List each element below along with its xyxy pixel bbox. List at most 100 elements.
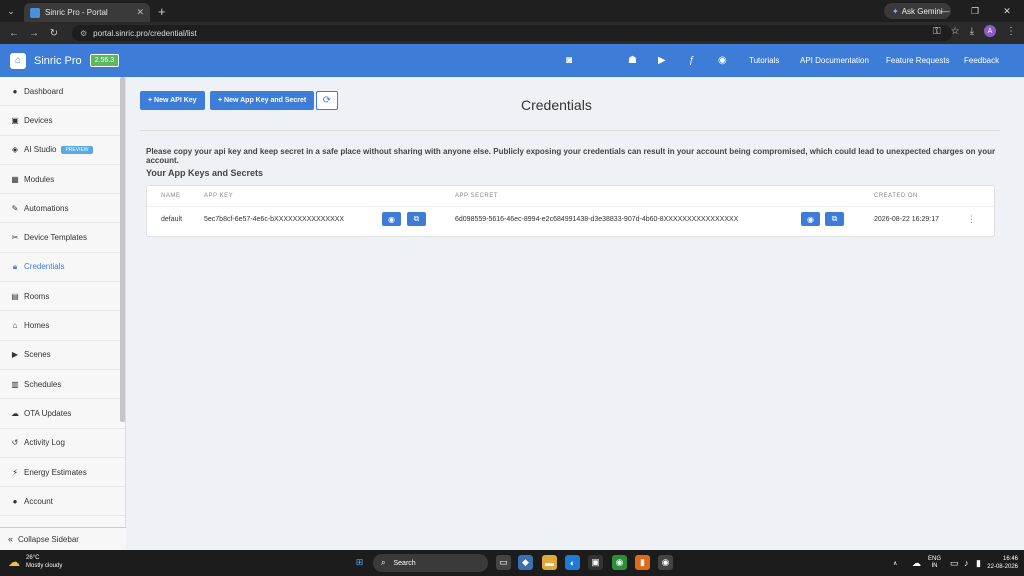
sidebar-item-label: Activity Log (24, 438, 65, 448)
download-icon[interactable]: ⤓ (970, 26, 974, 37)
sidebar-item-devices[interactable]: ▣ Devices (0, 106, 125, 136)
sidebar-item-modules[interactable]: ▦ Modules (0, 165, 125, 195)
github-icon[interactable]: ◉ (718, 44, 727, 77)
battery-icon[interactable]: ▮ (976, 550, 981, 576)
copy-app-secret-button[interactable]: ⧉ (825, 212, 844, 226)
app-header: ⌂ Sinric Pro 2.56.3 ◙ ☗ ▶ ƒ ◉ Tutorials … (0, 44, 1024, 77)
sidebar-item-activity-log[interactable]: ↺ Activity Log (0, 429, 125, 458)
browser-tab[interactable]: Sinric Pro - Portal ✕ (24, 3, 150, 22)
minimize-icon[interactable]: — (930, 0, 960, 22)
row-menu-icon[interactable]: ⋮ (967, 214, 976, 225)
address-bar-row: ← → ↻ ⚙ portal.sinric.pro/credential/lis… (0, 22, 1024, 44)
nav-feedback[interactable]: Feedback (964, 44, 999, 77)
edge-browser-icon[interactable]: ◐ (565, 555, 580, 570)
sidebar-item-scenes[interactable]: ▶ Scenes (0, 341, 125, 370)
credentials-table: NAME APP KEY APP SECRET CREATED ON defau… (146, 185, 995, 237)
tab-title: Sinric Pro - Portal (45, 8, 108, 17)
collapse-sidebar-button[interactable]: « Collapse Sidebar (0, 527, 126, 550)
site-favicon-icon (30, 7, 40, 18)
android-icon[interactable]: ☗ (628, 44, 637, 77)
nav-api-documentation[interactable]: API Documentation (800, 44, 869, 77)
close-window-icon[interactable]: ✕ (992, 0, 1022, 22)
sidebar-item-homes[interactable]: ⌂ Homes (0, 311, 125, 341)
version-badge: 2.56.3 (89, 54, 120, 67)
nav-tutorials[interactable]: Tutorials (749, 44, 779, 77)
user-icon: ● (12, 496, 18, 506)
tab-close-icon[interactable]: ✕ (136, 7, 144, 18)
tray-cloud-icon[interactable]: ☁ (912, 550, 921, 576)
new-api-key-button[interactable]: + New API Key (140, 91, 205, 110)
eye-icon: ◉ (388, 214, 395, 224)
section-title: Your App Keys and Secrets (146, 168, 264, 178)
language-indicator[interactable]: ENG IN (928, 550, 941, 576)
sidebar-item-ota-updates[interactable]: ☁ OTA Updates (0, 399, 125, 429)
tab-search-icon[interactable]: ⌄ (0, 0, 22, 22)
language-code: ENG (928, 556, 942, 562)
taskbar-search[interactable]: ⌕ Search (373, 554, 488, 572)
task-view-icon[interactable]: ▭ (496, 555, 511, 570)
discord-icon[interactable]: ◙ (566, 44, 572, 77)
bookmark-star-icon[interactable]: ☆ (951, 26, 960, 37)
copy-app-key-button[interactable]: ⧉ (407, 212, 426, 226)
show-app-secret-button[interactable]: ◉ (801, 212, 820, 226)
system-clock[interactable]: 16:46 22-08-2026 (987, 555, 1018, 571)
language-region: IN (931, 563, 938, 569)
sidebar-item-label: Device Templates (24, 233, 87, 243)
profile-avatar[interactable]: A (984, 25, 996, 37)
clock-time: 16:46 (1002, 556, 1018, 562)
chrome-active-icon[interactable]: ◉ (658, 555, 673, 570)
sidebar-item-credentials[interactable]: 🔒︎ Credentials (0, 253, 125, 283)
weather-widget[interactable]: ☁ 26°C Mostly cloudy (8, 554, 62, 570)
new-app-key-button[interactable]: + New App Key and Secret (210, 91, 315, 110)
grid-icon: ▦ (11, 174, 19, 184)
sidebar-item-dashboard[interactable]: ● Dashboard (0, 77, 125, 107)
sidebar-item-automations[interactable]: ✎ Automations (0, 194, 125, 224)
volume-icon[interactable]: ♪ (964, 550, 969, 576)
sidebar-item-label: Dashboard (24, 86, 64, 96)
network-icon[interactable]: ▭ (950, 550, 959, 576)
windows-start-icon[interactable]: ⊞ (352, 555, 367, 570)
toolbar-actions: ⚿ ☆ ⤓ A ⋮ (933, 25, 1016, 37)
device-icon: ▣ (11, 115, 19, 125)
maximize-icon[interactable]: ❐ (960, 0, 990, 22)
store-icon[interactable]: ▣ (588, 555, 603, 570)
chevron-double-left-icon: « (8, 534, 14, 544)
nav-feature-requests[interactable]: Feature Requests (886, 44, 950, 77)
sinric-logo-icon[interactable]: ⌂ (10, 52, 26, 69)
youtube-icon[interactable]: ▶ (658, 44, 666, 77)
file-explorer-icon[interactable]: ▬ (542, 555, 557, 570)
app-icon[interactable]: ▮ (635, 555, 650, 570)
sidebar-item-label: Automations (24, 203, 69, 213)
site-info-icon[interactable]: ⚙ (80, 29, 87, 38)
sidebar-item-device-templates[interactable]: ✂ Device Templates (0, 223, 125, 253)
divider (140, 130, 1000, 131)
tray-overflow-icon[interactable]: ∧ (893, 550, 897, 576)
show-app-key-button[interactable]: ◉ (382, 212, 401, 226)
reload-icon[interactable]: ↻ (44, 28, 64, 39)
address-bar[interactable]: ⚙ portal.sinric.pro/credential/list (72, 25, 952, 41)
sidebar-item-ai-studio[interactable]: ◈ AI Studio PREVIEW (0, 136, 125, 165)
sidebar-scrollbar[interactable] (120, 77, 125, 422)
browser-tab-strip: ⌄ Sinric Pro - Portal ✕ + (0, 0, 1024, 22)
sidebar-item-schedules[interactable]: ▥ Schedules (0, 370, 125, 400)
sidebar-item-label: AI Studio (24, 145, 57, 155)
credential-name: default (161, 216, 183, 223)
column-header-created-on: CREATED ON (874, 193, 918, 199)
password-key-icon[interactable]: ⚿ (933, 26, 941, 37)
widgets-app-icon[interactable]: ◆ (518, 555, 533, 570)
sidebar-item-account[interactable]: ● Account (0, 487, 125, 517)
browser-menu-icon[interactable]: ⋮ (1006, 26, 1016, 37)
sidebar-item-label: Homes (24, 321, 50, 331)
sidebar: ● Dashboard ▣ Devices ◈ AI Studio PREVIEW ▦ M… (0, 77, 126, 527)
search-icon: ⌕ (381, 558, 386, 567)
refresh-button[interactable]: ⟳ (316, 91, 338, 110)
sidebar-item-rooms[interactable]: ▤ Rooms (0, 282, 125, 312)
back-icon[interactable]: ← (4, 28, 24, 39)
url-text: portal.sinric.pro/credential/list (93, 28, 197, 38)
new-tab-button[interactable]: + (158, 4, 166, 19)
facebook-icon[interactable]: ƒ (689, 44, 695, 77)
chrome-app-icon[interactable]: ◉ (612, 555, 627, 570)
brand-name[interactable]: Sinric Pro (34, 55, 82, 67)
forward-icon[interactable]: → (24, 28, 44, 39)
sidebar-item-energy-estimates[interactable]: ⚡︎ Energy Estimates (0, 458, 125, 488)
